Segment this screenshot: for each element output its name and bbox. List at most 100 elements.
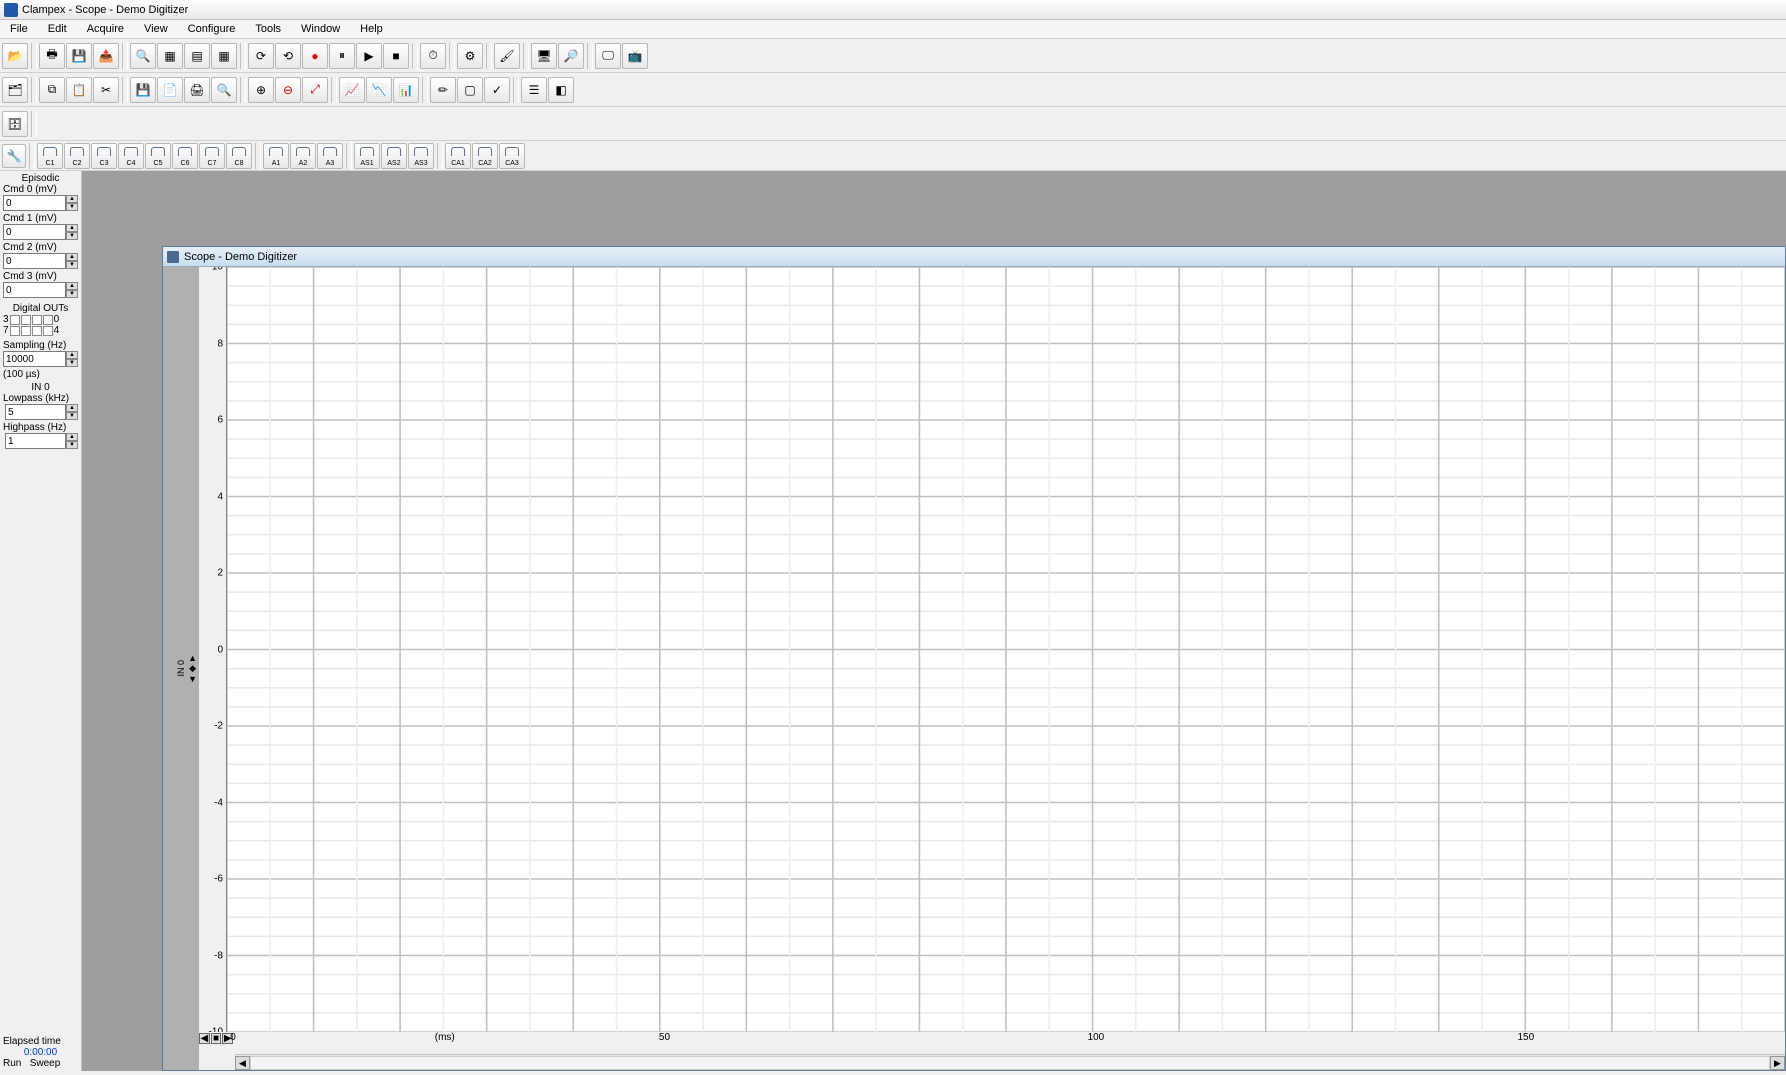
table-icon[interactable]: ▦ <box>157 43 183 69</box>
channel-ca1[interactable]: CA1 <box>445 143 471 169</box>
channel-ca3[interactable]: CA3 <box>499 143 525 169</box>
menu-edit[interactable]: Edit <box>38 21 77 37</box>
copy-icon[interactable]: ⧉ <box>39 77 65 103</box>
cmd2-up[interactable]: ▲ <box>66 253 78 261</box>
digout-bit-1[interactable] <box>32 315 42 325</box>
grid-icon[interactable]: ▤ <box>184 43 210 69</box>
cmd2-input[interactable] <box>3 253 66 269</box>
lowpass-input[interactable] <box>5 404 66 420</box>
eraser-icon[interactable]: ✏ <box>430 77 456 103</box>
tile-icon[interactable]: ▦ <box>211 43 237 69</box>
export-icon[interactable]: 📤 <box>93 43 119 69</box>
menu-file[interactable]: File <box>0 21 38 37</box>
sampling-down[interactable]: ▼ <box>66 359 78 367</box>
cmd0-input[interactable] <box>3 195 66 211</box>
zoom-fit-icon[interactable]: ⤢ <box>302 77 328 103</box>
scroll-track[interactable] <box>250 1056 1770 1070</box>
scroll-right-icon[interactable]: ▶ <box>1770 1056 1785 1070</box>
cmd0-down[interactable]: ▼ <box>66 203 78 211</box>
search-icon[interactable]: 🔎 <box>558 43 584 69</box>
digout-bit-7[interactable] <box>10 326 20 336</box>
display-icon[interactable]: 📺 <box>622 43 648 69</box>
menu-tools[interactable]: Tools <box>245 21 291 37</box>
digout-bit-3[interactable] <box>10 315 20 325</box>
digout-bit-5[interactable] <box>32 326 42 336</box>
preview-icon[interactable]: 🔍 <box>211 77 237 103</box>
digout-bit-4[interactable] <box>43 326 53 336</box>
channel-c7[interactable]: C7 <box>199 143 225 169</box>
sampling-input[interactable] <box>3 351 66 367</box>
zoom-out-icon[interactable]: ⊖ <box>275 77 301 103</box>
play-icon[interactable]: ▶ <box>356 43 382 69</box>
printer-icon[interactable]: 🖨 <box>184 77 210 103</box>
cut-icon[interactable]: ✂ <box>93 77 119 103</box>
menu-acquire[interactable]: Acquire <box>77 21 134 37</box>
record-icon[interactable]: ● <box>302 43 328 69</box>
rect-icon[interactable]: ▢ <box>457 77 483 103</box>
x-zoom-out-icon[interactable]: ◀ <box>199 1033 210 1044</box>
chart-bar-icon[interactable]: 📊 <box>393 77 419 103</box>
cmd1-down[interactable]: ▼ <box>66 232 78 240</box>
zoom-region-icon[interactable]: 🔍 <box>130 43 156 69</box>
monitor-icon[interactable]: 🖵 <box>595 43 621 69</box>
open-icon[interactable]: 📂 <box>2 43 28 69</box>
channel-c3[interactable]: C3 <box>91 143 117 169</box>
zoom-in-icon[interactable]: ⊕ <box>248 77 274 103</box>
lowpass-down[interactable]: ▼ <box>66 412 78 420</box>
channel-c8[interactable]: C8 <box>226 143 252 169</box>
protocol-icon[interactable]: 🗄 <box>2 111 28 137</box>
disk-icon[interactable]: 💾 <box>130 77 156 103</box>
cmd0-up[interactable]: ▲ <box>66 195 78 203</box>
channel-as2[interactable]: AS2 <box>381 143 407 169</box>
cmd1-up[interactable]: ▲ <box>66 224 78 232</box>
chart-line-icon[interactable]: 📈 <box>339 77 365 103</box>
sampling-up[interactable]: ▲ <box>66 351 78 359</box>
channel-a3[interactable]: A3 <box>317 143 343 169</box>
channel-c5[interactable]: C5 <box>145 143 171 169</box>
pause-icon[interactable]: ⏸ <box>329 43 355 69</box>
highpass-input[interactable] <box>5 433 66 449</box>
device-icon[interactable]: 🖥 <box>531 43 557 69</box>
digout-bit-6[interactable] <box>21 326 31 336</box>
check-icon[interactable]: ✓ <box>484 77 510 103</box>
digout-bit-2[interactable] <box>21 315 31 325</box>
paste-icon[interactable]: 📋 <box>66 77 92 103</box>
highpass-down[interactable]: ▼ <box>66 441 78 449</box>
channel-as3[interactable]: AS3 <box>408 143 434 169</box>
menu-configure[interactable]: Configure <box>178 21 246 37</box>
gear-icon[interactable]: ⚙ <box>457 43 483 69</box>
channel-c2[interactable]: C2 <box>64 143 90 169</box>
y-zoom-out-icon[interactable]: ▼ <box>188 674 197 684</box>
x-zoom-handle-icon[interactable]: ■ <box>211 1033 222 1044</box>
lowpass-up[interactable]: ▲ <box>66 404 78 412</box>
digout-bit-0[interactable] <box>43 315 53 325</box>
channel-c4[interactable]: C4 <box>118 143 144 169</box>
y-zoom-handle-icon[interactable]: ◆ <box>189 663 196 674</box>
channel-ca2[interactable]: CA2 <box>472 143 498 169</box>
horizontal-scrollbar[interactable]: ◀ ▶ <box>235 1054 1785 1070</box>
channel-as1[interactable]: AS1 <box>354 143 380 169</box>
channel-c1[interactable]: C1 <box>37 143 63 169</box>
cmd3-down[interactable]: ▼ <box>66 290 78 298</box>
channel-a1[interactable]: A1 <box>263 143 289 169</box>
refresh-icon[interactable]: ⟳ <box>248 43 274 69</box>
brush-icon[interactable]: 🖌 <box>494 43 520 69</box>
wrench-icon[interactable]: 🔧 <box>2 144 26 168</box>
menu-view[interactable]: View <box>134 21 178 37</box>
new-tab-icon[interactable]: 🗂 <box>2 77 28 103</box>
y-zoom-in-icon[interactable]: ▲ <box>188 653 197 663</box>
menu-help[interactable]: Help <box>350 21 393 37</box>
highpass-up[interactable]: ▲ <box>66 433 78 441</box>
cmd3-input[interactable] <box>3 282 66 298</box>
cmd1-input[interactable] <box>3 224 66 240</box>
cmd3-up[interactable]: ▲ <box>66 282 78 290</box>
scroll-left-icon[interactable]: ◀ <box>235 1056 250 1070</box>
print-icon[interactable]: 🖶 <box>39 43 65 69</box>
channel-a2[interactable]: A2 <box>290 143 316 169</box>
stop-icon[interactable]: ■ <box>383 43 409 69</box>
channel-c6[interactable]: C6 <box>172 143 198 169</box>
reverse-icon[interactable]: ⟲ <box>275 43 301 69</box>
menu-window[interactable]: Window <box>291 21 350 37</box>
scope-titlebar[interactable]: Scope - Demo Digitizer <box>163 247 1785 267</box>
timer-icon[interactable]: ⏱ <box>420 43 446 69</box>
